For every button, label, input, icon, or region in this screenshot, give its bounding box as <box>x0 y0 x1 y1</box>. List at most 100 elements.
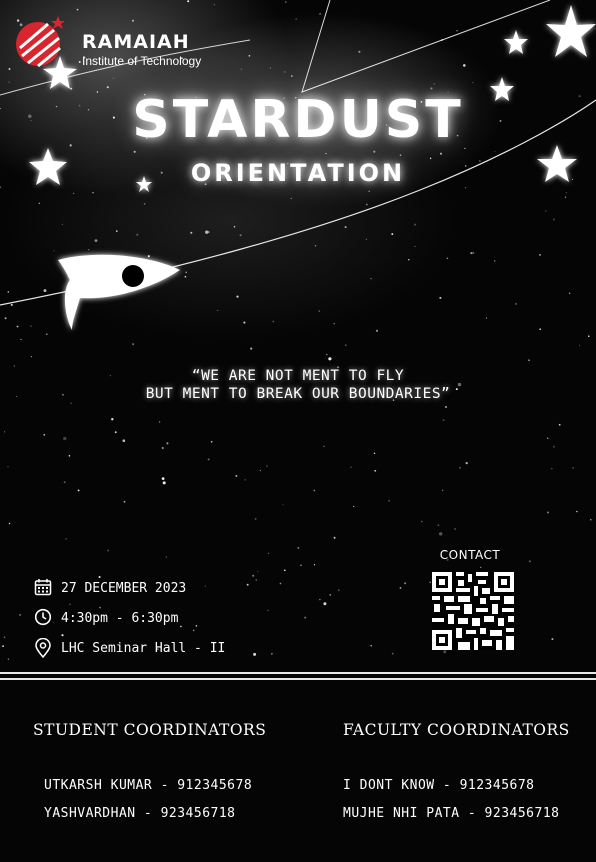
background-star <box>465 462 468 465</box>
background-star <box>420 520 423 523</box>
background-star <box>184 275 187 278</box>
background-star <box>239 234 242 237</box>
background-star <box>365 203 368 206</box>
background-star <box>552 445 555 448</box>
student-coordinators-heading: STUDENT COORDINATORS <box>33 721 267 739</box>
background-star <box>295 18 298 20</box>
background-star <box>282 504 284 506</box>
background-star <box>442 419 445 422</box>
background-star <box>545 210 547 212</box>
quote-line: “WE ARE NOT MENT TO FLY <box>191 368 405 384</box>
background-star <box>494 151 496 153</box>
background-star <box>259 470 261 472</box>
background-star <box>319 12 322 15</box>
background-star <box>143 203 146 205</box>
background-star <box>547 437 549 439</box>
background-star <box>433 83 435 85</box>
background-star <box>578 344 581 346</box>
background-star <box>404 582 407 585</box>
background-star <box>528 560 531 563</box>
background-star <box>333 536 336 539</box>
background-star <box>111 418 114 421</box>
background-star <box>252 574 255 577</box>
background-star <box>323 602 327 606</box>
qr-code-icon[interactable] <box>432 572 514 650</box>
star-icon <box>504 30 528 54</box>
background-star <box>375 329 379 332</box>
background-star <box>328 357 332 361</box>
background-star <box>470 252 473 255</box>
background-star <box>147 255 150 258</box>
calendar-icon <box>34 579 52 596</box>
background-star <box>4 317 7 320</box>
background-star <box>53 250 55 252</box>
event-poster: RAMAIAH Institute of Technology STARDUST… <box>0 0 596 862</box>
background-star <box>205 230 209 234</box>
background-star <box>408 259 410 261</box>
clock-icon <box>34 608 52 626</box>
divider-line <box>0 678 596 680</box>
background-star <box>388 500 390 502</box>
background-star <box>429 581 431 584</box>
background-star <box>297 546 300 549</box>
background-star <box>233 226 236 228</box>
background-star <box>210 440 213 443</box>
institution-logo: RAMAIAH Institute of Technology <box>14 14 204 70</box>
background-star <box>454 528 456 530</box>
background-star <box>235 474 238 477</box>
background-star <box>333 323 335 325</box>
student-coordinator-entry: YASHVARDHAN - 923456718 <box>44 806 236 821</box>
background-star <box>374 469 377 472</box>
background-star <box>77 489 80 492</box>
background-star <box>300 564 302 567</box>
background-star <box>304 616 307 619</box>
background-star <box>323 445 325 448</box>
contact-label: CONTACT <box>439 548 501 562</box>
background-star <box>370 645 372 647</box>
background-star <box>136 233 139 236</box>
background-star <box>266 465 268 467</box>
background-star <box>161 447 164 449</box>
background-star <box>7 466 9 468</box>
background-star <box>438 532 443 536</box>
background-star <box>443 650 447 654</box>
background-star <box>318 310 320 312</box>
faculty-coordinator-entry: I DONT KNOW - 912345678 <box>343 778 535 793</box>
faculty-coordinators-heading: FACULTY COORDINATORS <box>343 721 570 739</box>
background-star <box>236 295 239 298</box>
background-star <box>326 353 328 356</box>
background-star <box>472 251 475 255</box>
background-star <box>8 68 11 70</box>
background-star <box>572 467 574 469</box>
background-star <box>114 431 117 434</box>
background-star <box>345 344 347 346</box>
background-star <box>373 150 376 153</box>
event-venue: LHC Seminar Hall - II <box>61 641 226 656</box>
background-star <box>3 636 6 639</box>
background-star <box>87 248 90 251</box>
background-star <box>165 556 168 558</box>
background-star <box>272 320 275 323</box>
student-coordinator-entry: UTKARSH KUMAR - 912345678 <box>44 778 253 793</box>
background-star <box>8 81 10 83</box>
background-star <box>528 359 530 361</box>
background-star <box>576 510 578 513</box>
background-star <box>94 239 98 242</box>
background-star <box>365 238 368 241</box>
background-star <box>564 196 567 198</box>
background-star <box>558 423 561 426</box>
background-star <box>69 603 71 606</box>
background-star <box>213 3 216 6</box>
background-star <box>30 356 32 358</box>
background-star <box>240 68 243 70</box>
background-star <box>65 538 67 540</box>
divider-line <box>0 672 596 674</box>
quote-line: BUT MENT TO BREAK OUR BOUNDARIES” <box>145 386 451 402</box>
background-star <box>43 433 46 436</box>
background-star <box>538 253 542 256</box>
background-star <box>547 511 549 514</box>
background-star <box>73 192 75 195</box>
background-star <box>106 86 109 89</box>
background-star <box>250 347 253 350</box>
background-star <box>8 522 11 525</box>
